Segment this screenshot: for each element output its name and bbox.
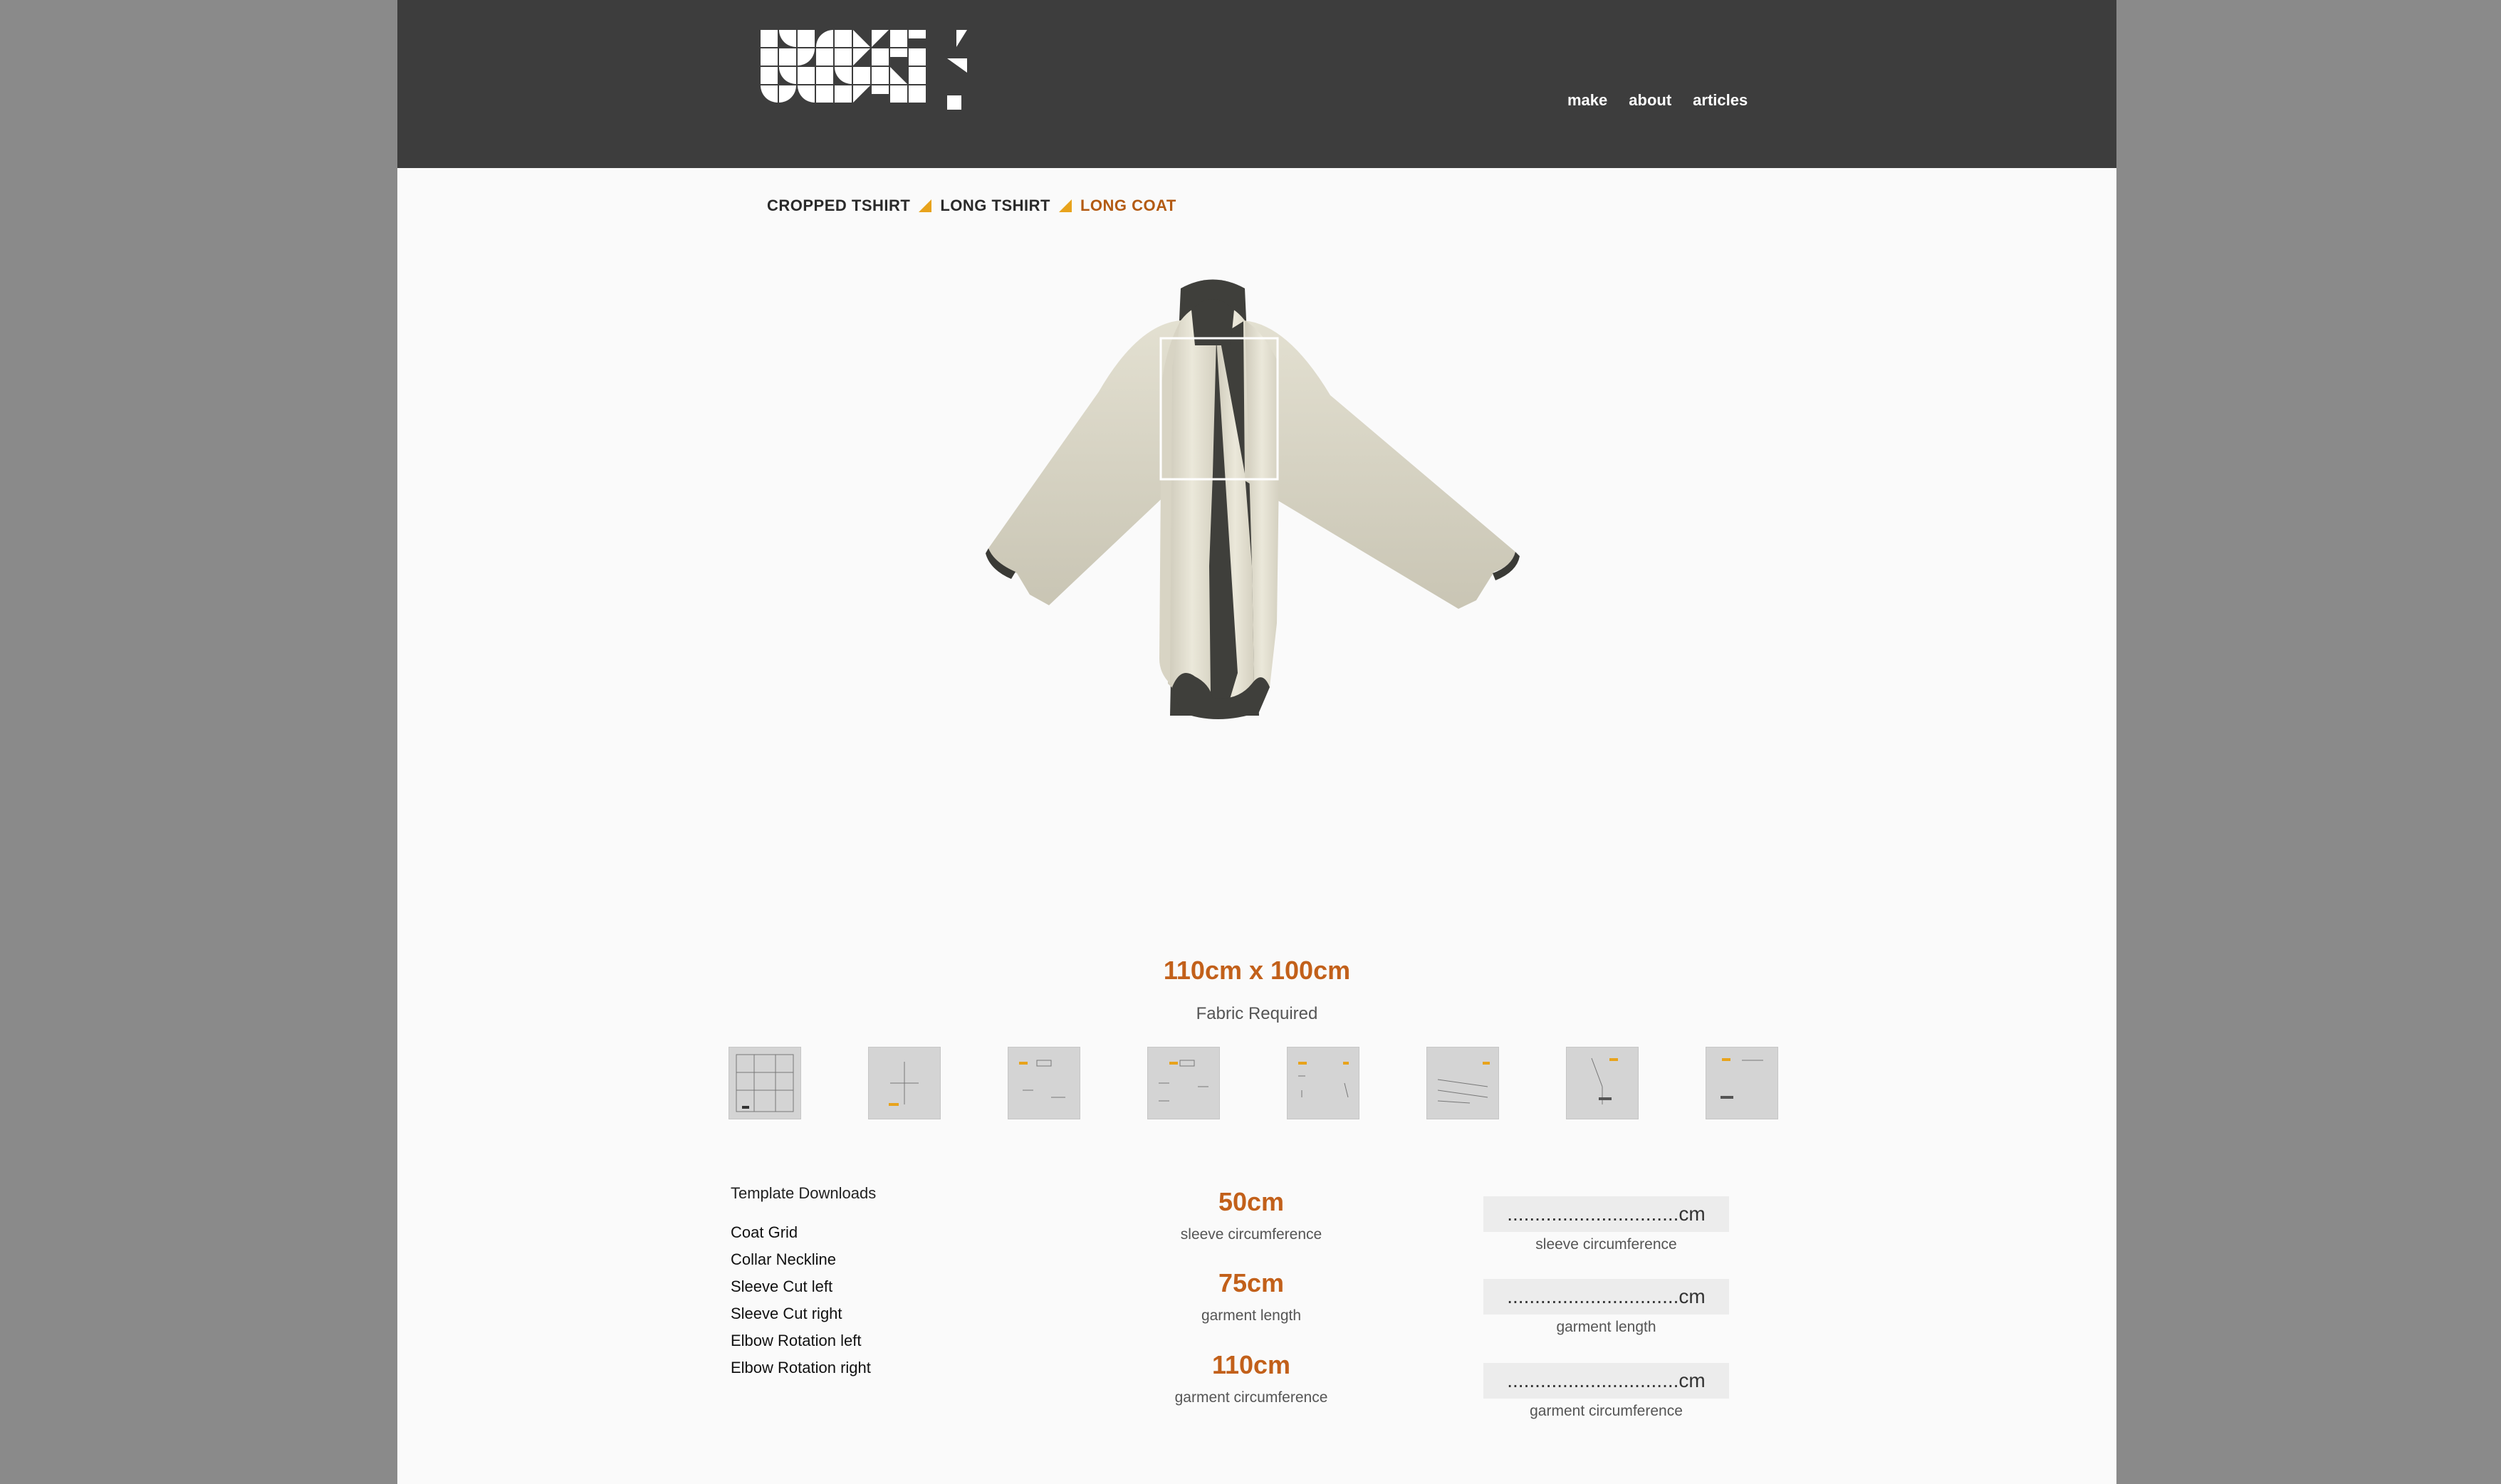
garment-circumference-input[interactable]	[1483, 1363, 1729, 1399]
measurement-value: 110cm	[1211, 1350, 1291, 1379]
breadcrumb-separator-icon	[1058, 199, 1072, 212]
template-thumbnail[interactable]	[868, 1047, 941, 1119]
garment-circumference-field: garment circumference	[1483, 1363, 1729, 1420]
garment-3d-preview[interactable]	[946, 274, 1587, 744]
site-logo[interactable]	[761, 30, 967, 113]
template-thumbnail[interactable]	[1287, 1047, 1359, 1119]
measurement-label: sleeve circumference	[1180, 1226, 1322, 1243]
download-elbow-rotation-left[interactable]: Elbow Rotation left	[731, 1332, 876, 1349]
measurement-value: 75cm	[1218, 1268, 1285, 1297]
template-thumbnail[interactable]	[1706, 1047, 1778, 1119]
template-downloads-title: Template Downloads	[731, 1184, 877, 1202]
field-label: garment length	[1556, 1319, 1656, 1335]
fabric-required-label: Fabric Required	[1196, 1004, 1318, 1023]
measurement-garment-length: 75cm garment length	[1109, 1269, 1394, 1324]
breadcrumb-cropped-tshirt[interactable]: CROPPED TSHIRT	[767, 197, 910, 215]
download-sleeve-cut-left[interactable]: Sleeve Cut left	[731, 1278, 876, 1295]
nav-link-make[interactable]: make	[1567, 91, 1607, 110]
template-thumbnail[interactable]	[1566, 1047, 1639, 1119]
nav-link-about[interactable]: about	[1629, 91, 1671, 110]
measurement-garment-circumference: 110cm garment circumference	[1109, 1351, 1394, 1406]
breadcrumb: CROPPED TSHIRT LONG TSHIRT LONG COAT	[767, 197, 1176, 215]
download-collar-neckline[interactable]: Collar Neckline	[731, 1251, 876, 1268]
download-elbow-rotation-right[interactable]: Elbow Rotation right	[731, 1359, 876, 1376]
sleeve-circumference-input[interactable]	[1483, 1196, 1729, 1232]
template-thumbnail[interactable]	[1426, 1047, 1499, 1119]
page: make about articles CROPPED TSHIRT LONG …	[397, 0, 2116, 1484]
template-thumbnail[interactable]	[729, 1047, 801, 1119]
download-coat-grid[interactable]: Coat Grid	[731, 1224, 876, 1241]
template-thumbnails	[729, 1047, 1790, 1119]
site-header: make about articles	[397, 0, 2116, 168]
measurement-sleeve-circumference: 50cm sleeve circumference	[1109, 1188, 1394, 1243]
breadcrumb-long-coat[interactable]: LONG COAT	[1080, 197, 1176, 215]
garment-length-field: garment length	[1483, 1279, 1729, 1336]
nav-link-articles[interactable]: articles	[1693, 91, 1748, 110]
template-thumbnail[interactable]	[1147, 1047, 1220, 1119]
breadcrumb-long-tshirt[interactable]: LONG TSHIRT	[940, 197, 1050, 215]
template-downloads: Template Downloads Coat Grid Collar Neck…	[731, 1184, 876, 1386]
fabric-size: 110cm x 100cm	[1163, 956, 1351, 985]
main-nav: make about articles	[1567, 91, 1748, 110]
field-label: sleeve circumference	[1535, 1236, 1677, 1253]
field-label: garment circumference	[1530, 1403, 1683, 1419]
measurement-value: 50cm	[1218, 1187, 1285, 1216]
measurement-label: garment length	[1201, 1307, 1302, 1324]
template-thumbnail[interactable]	[1008, 1047, 1080, 1119]
measurement-label: garment circumference	[1174, 1389, 1328, 1406]
garment-length-input[interactable]	[1483, 1279, 1729, 1315]
breadcrumb-separator-icon	[919, 199, 932, 212]
download-sleeve-cut-right[interactable]: Sleeve Cut right	[731, 1305, 876, 1322]
sleeve-circumference-field: sleeve circumference	[1483, 1196, 1729, 1253]
